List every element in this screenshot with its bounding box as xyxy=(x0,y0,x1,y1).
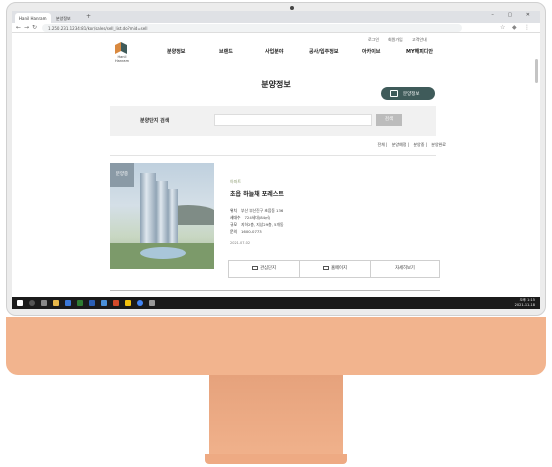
sales-info-label: 분양정보 xyxy=(403,92,420,97)
browser-tab[interactable]: Hanil Hanram xyxy=(15,13,51,23)
util-link-login[interactable]: 로그인 xyxy=(368,37,379,43)
search-input[interactable] xyxy=(214,114,372,126)
new-tab-button[interactable]: + xyxy=(86,13,91,20)
search-icon[interactable] xyxy=(29,300,35,306)
url-field[interactable]: 1.250.231.1234:81/kor/sales/sell_list.do… xyxy=(42,24,462,32)
system-clock[interactable]: 오후 1:15 2021-11-18 xyxy=(515,298,535,308)
address-bar: ← → ↻ 1.250.231.1234:81/kor/sales/sell_l… xyxy=(12,23,540,33)
app-icon[interactable] xyxy=(149,300,155,306)
word-icon[interactable] xyxy=(89,300,95,306)
info-value: 지하2층, 지상29층, 5개동 xyxy=(241,222,284,227)
monitor-icon xyxy=(323,265,330,270)
info-row: 규모 지하2층, 지상29층, 5개동 xyxy=(230,222,283,228)
brand-logo[interactable]: Hanil Hanram xyxy=(110,42,134,63)
filter-complete[interactable]: 분양완료 xyxy=(431,142,446,147)
info-row: 위치 부산 부산진구 초읍동 136 xyxy=(230,208,283,214)
listing-category: 아파트 xyxy=(230,179,242,184)
window-controls[interactable]: – ▢ ✕ xyxy=(491,12,536,18)
tower-shape xyxy=(168,189,178,249)
monitor-foot xyxy=(205,454,347,464)
windows-start-icon[interactable] xyxy=(17,300,23,306)
util-link-guide[interactable]: 고객안내 xyxy=(412,37,427,43)
back-icon[interactable]: ← xyxy=(16,24,21,31)
listing-date: 2021.07.02 xyxy=(230,241,251,245)
search-label: 분양단지 검색 xyxy=(140,118,170,124)
screen: Hanil Hanram 분양정보 + – ▢ ✕ ← → ↻ 1.250.23… xyxy=(12,11,540,309)
taskbar: 오후 1:15 2021-11-18 xyxy=(12,297,540,309)
search-button[interactable]: 검색 xyxy=(376,114,402,126)
tower-shape xyxy=(156,181,168,249)
monitor-chin xyxy=(6,317,546,375)
folder-icon[interactable] xyxy=(53,300,59,306)
task-view-icon[interactable] xyxy=(41,300,47,306)
browser-tab[interactable]: 분양정보 xyxy=(52,13,84,23)
powerpoint-icon[interactable] xyxy=(113,300,119,306)
browser-tab-bar: Hanil Hanram 분양정보 + – ▢ ✕ xyxy=(12,11,540,23)
nav-item-business[interactable]: 사업분야 xyxy=(265,48,283,55)
homepage-button[interactable]: 홈페이지 xyxy=(300,261,370,277)
page-title: 분양정보 xyxy=(261,80,291,89)
search-panel: 분양단지 검색 검색 xyxy=(110,106,436,136)
filter-selling[interactable]: 분양중 xyxy=(413,142,424,147)
info-row: 문의 1600-0773 xyxy=(230,229,262,235)
info-row: 세대수 724세대(84㎡) xyxy=(230,215,270,221)
filter-upcoming[interactable]: 분양예정 xyxy=(392,142,407,147)
logo-mark-icon xyxy=(115,42,127,54)
excel-icon[interactable] xyxy=(77,300,83,306)
filter-all[interactable]: 전체 xyxy=(377,142,384,147)
model-house-button[interactable]: 관심단지 xyxy=(229,261,299,277)
vscode-icon[interactable] xyxy=(101,300,107,306)
logo-text: Hanil Hanram xyxy=(115,55,129,63)
menu-icon[interactable]: ⋮ xyxy=(524,24,530,31)
button-label: 관심단지 xyxy=(260,266,276,271)
nav-item-archive[interactable]: 아카이브 xyxy=(362,48,380,55)
forward-icon[interactable]: → xyxy=(24,24,29,31)
tower-shape xyxy=(140,173,156,249)
kakao-icon[interactable] xyxy=(125,300,131,306)
clock-date: 2021-11-18 xyxy=(514,303,535,307)
chrome-icon[interactable] xyxy=(137,300,143,306)
tab-label: Hanil Hanram xyxy=(19,16,47,21)
info-key: 세대수 xyxy=(230,215,241,220)
util-link-signup[interactable]: 회원가입 xyxy=(388,37,403,43)
listing-image[interactable]: 분양중 xyxy=(110,163,214,269)
extension-icon[interactable]: ◆ xyxy=(512,24,517,31)
calendar-icon xyxy=(390,90,398,97)
info-value: 부산 부산진구 초읍동 136 xyxy=(241,208,284,213)
monitor-stand xyxy=(209,375,343,455)
reload-icon[interactable]: ↻ xyxy=(32,24,37,31)
status-badge: 분양중 xyxy=(110,163,134,187)
info-value: 724세대(84㎡) xyxy=(244,215,271,220)
sales-info-button[interactable]: 분양정보 xyxy=(381,87,435,100)
info-key: 규모 xyxy=(230,222,237,227)
listing-name[interactable]: 초읍 하늘채 포레스트 xyxy=(230,189,284,198)
edge-icon[interactable] xyxy=(65,300,71,306)
camera-icon xyxy=(290,6,294,10)
pool-shape xyxy=(140,247,186,259)
building-icon xyxy=(252,265,259,270)
imac-device: Hanil Hanram 분양정보 + – ▢ ✕ ← → ↻ 1.250.23… xyxy=(0,0,552,467)
scrollbar[interactable] xyxy=(535,59,538,83)
nav-item-construction[interactable]: 공사/입주정보 xyxy=(309,48,338,55)
info-key: 문의 xyxy=(230,229,237,234)
star-icon[interactable]: ☆ xyxy=(500,24,505,31)
nav-item-sales[interactable]: 분양정보 xyxy=(167,48,185,55)
listing-actions: 관심단지 홈페이지 자세히보기 xyxy=(228,260,440,278)
nav-item-brand[interactable]: 브랜드 xyxy=(219,48,233,55)
tab-label: 분양정보 xyxy=(56,16,71,21)
divider xyxy=(110,155,436,156)
nav-item-my[interactable]: MY해피디안 xyxy=(406,48,433,55)
button-label: 홈페이지 xyxy=(331,266,347,271)
info-value: 1600-0773 xyxy=(241,229,262,234)
info-key: 위치 xyxy=(230,208,237,213)
details-button[interactable]: 자세히보기 xyxy=(371,261,439,277)
divider xyxy=(110,290,440,291)
web-page: 로그인 회원가입 고객안내 Hanil Hanram 분양정보 브랜드 사업분야… xyxy=(12,33,540,297)
status-filter: 전체 | 분양예정 | 분양중 | 분양완료 xyxy=(377,142,446,147)
